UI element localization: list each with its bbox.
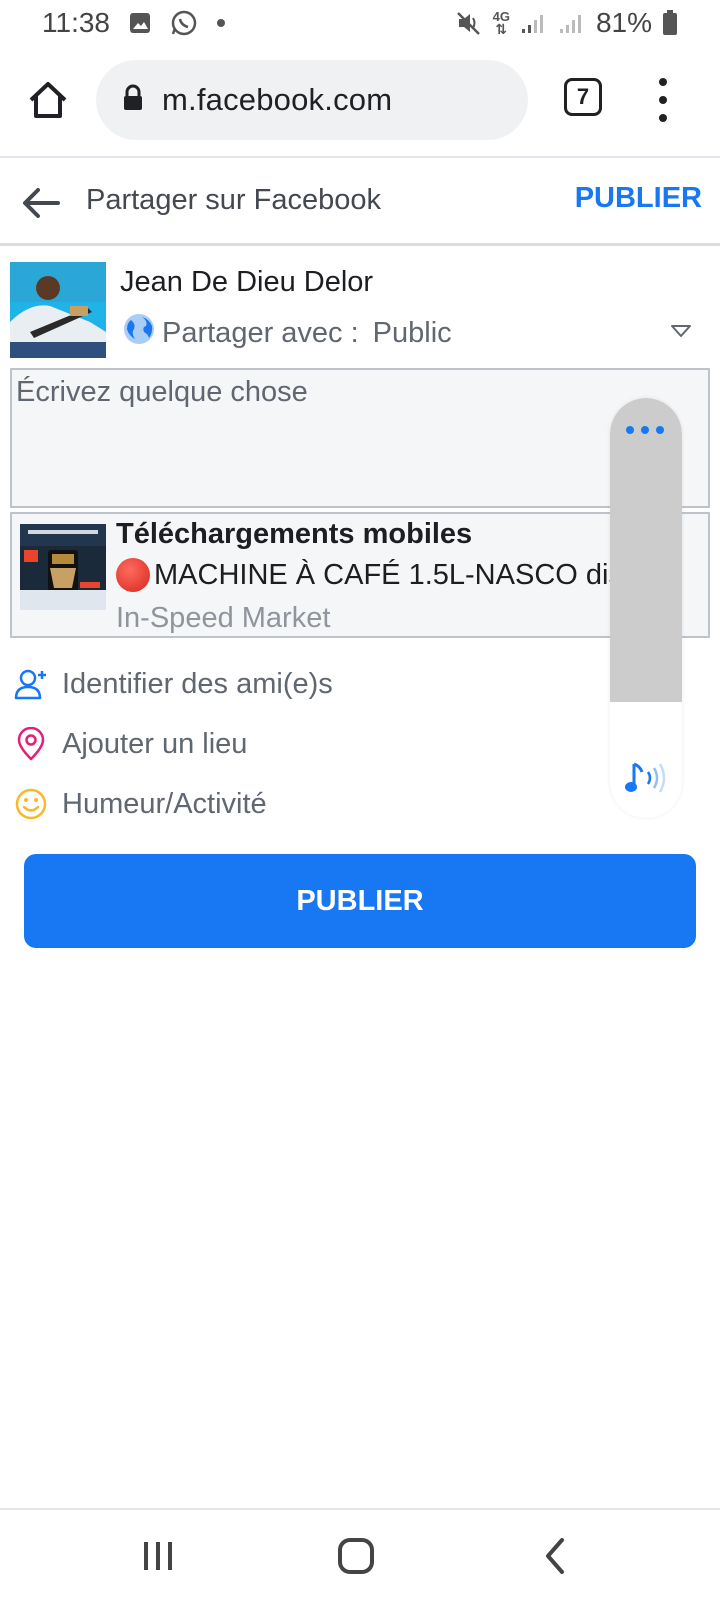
recent-apps-icon[interactable]	[138, 1536, 178, 1576]
preview-title: Téléchargements mobiles	[116, 518, 473, 550]
chevron-down-icon[interactable]	[670, 324, 692, 338]
signal-icon	[520, 11, 548, 35]
preview-thumbnail	[20, 524, 106, 610]
floating-audio-panel[interactable]	[610, 398, 682, 818]
tab-count: 7	[576, 84, 590, 109]
lock-icon	[122, 84, 144, 117]
add-location-label: Ajouter un lieu	[62, 727, 248, 760]
mute-icon	[455, 9, 483, 37]
network-type-icon: 4G ⇅	[492, 9, 510, 37]
audience-selector[interactable]: Partager avec : Public	[122, 312, 452, 354]
home-nav-icon[interactable]	[336, 1536, 376, 1576]
post-text-placeholder: Écrivez quelque chose	[16, 376, 308, 408]
link-preview-card[interactable]: Téléchargements mobiles MACHINE À CAFÉ 1…	[10, 512, 710, 638]
smiley-icon	[14, 787, 48, 821]
notification-dot-icon	[216, 18, 226, 28]
post-text-area[interactable]: Écrivez quelque chose	[10, 368, 710, 508]
add-location-option[interactable]: Ajouter un lieu	[0, 716, 600, 772]
tab-switcher-button[interactable]: 7	[564, 78, 602, 116]
android-nav-bar	[0, 1508, 720, 1600]
url-bar[interactable]: m.facebook.com	[96, 60, 528, 140]
home-icon[interactable]	[24, 76, 72, 124]
red-circle-icon	[116, 558, 150, 592]
page-title: Partager sur Facebook	[86, 184, 381, 216]
audio-note-icon[interactable]	[624, 758, 670, 798]
url-text: m.facebook.com	[162, 82, 393, 117]
avatar	[10, 262, 106, 358]
location-pin-icon	[14, 726, 48, 761]
back-arrow-icon[interactable]	[20, 182, 62, 224]
audience-value: Public	[372, 316, 452, 349]
tag-friends-label: Identifier des ami(e)s	[62, 667, 333, 700]
battery-icon	[662, 10, 678, 36]
status-time: 11:38	[42, 7, 110, 38]
whatsapp-icon	[170, 9, 198, 37]
battery-percent: 81%	[595, 7, 652, 38]
browser-menu-button[interactable]	[648, 74, 678, 126]
floating-panel-track	[610, 398, 682, 702]
feeling-activity-label: Humeur/Activité	[62, 787, 267, 820]
share-with-label: Partager avec :	[162, 316, 359, 349]
gallery-icon	[128, 11, 152, 35]
user-name: Jean De Dieu Delor	[120, 266, 374, 298]
back-nav-icon[interactable]	[536, 1536, 576, 1576]
add-friend-icon	[14, 667, 48, 701]
more-options-icon[interactable]	[626, 426, 664, 434]
preview-description-text: MACHINE À CAFÉ 1.5L-NASCO dispo...	[154, 558, 680, 591]
preview-source: In-Speed Market	[116, 602, 331, 634]
publish-header-button[interactable]: PUBLIER	[575, 182, 702, 215]
tag-friends-option[interactable]: Identifier des ami(e)s	[0, 656, 600, 712]
globe-icon	[122, 312, 156, 354]
browser-toolbar: m.facebook.com 7	[0, 46, 720, 158]
status-bar: 11:38 4G ⇅ 81%	[0, 0, 720, 46]
signal-icon-2	[558, 11, 586, 35]
publish-button[interactable]: PUBLIER	[24, 854, 696, 948]
feeling-activity-option[interactable]: Humeur/Activité	[0, 776, 600, 832]
page-header: Partager sur Facebook PUBLIER	[0, 160, 720, 246]
